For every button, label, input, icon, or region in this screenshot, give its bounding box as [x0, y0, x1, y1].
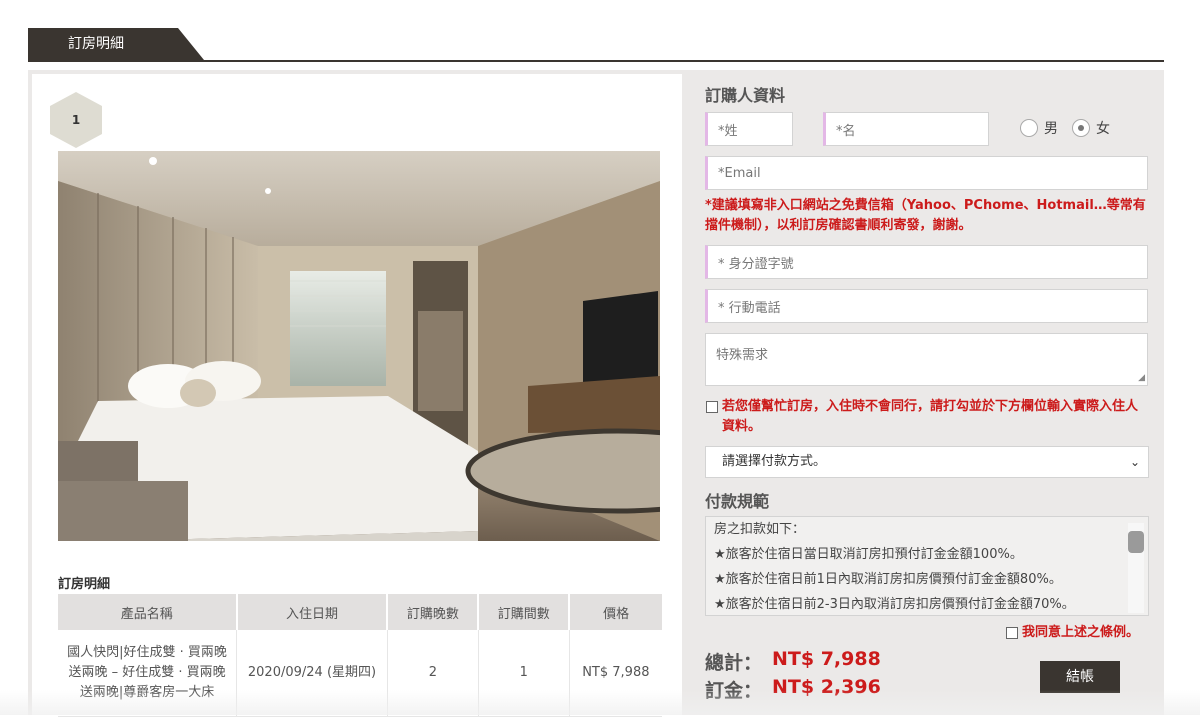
email-note: *建議填寫非入口網站之免費信箱（Yahoo、PChome、Hotmail…等常有… — [705, 198, 1146, 233]
special-request-placeholder: 特殊需求 — [716, 348, 769, 363]
payment-method-value: 請選擇付款方式。 — [722, 454, 827, 469]
special-request-textarea[interactable]: 特殊需求 ◢ — [705, 333, 1148, 386]
room-panel: 1 訂房明細 產品名稱 入住日期 訂購晚數 訂購間數 價格 國人快閃|好住成雙 … — [32, 74, 682, 717]
total-label: 總計： — [705, 652, 763, 674]
agree-checkbox[interactable] — [1006, 627, 1018, 639]
rules-line: ★旅客於住宿日前1日內取消訂房扣房價預付訂金金額80%。 — [714, 572, 1062, 587]
id-number-input[interactable]: * 身分證字號 — [705, 245, 1148, 279]
rules-line: ★旅客於住宿日前2-3日內取消訂房扣房價預付訂金金額70%。 — [714, 597, 1075, 612]
booking-container: 1 訂房明細 產品名稱 入住日期 訂購晚數 訂購間數 價格 國人快閃|好住成雙 … — [28, 70, 1164, 717]
room-index-number: 1 — [71, 113, 81, 127]
email-input[interactable]: *Email — [705, 156, 1148, 190]
deposit-label: 訂金： — [705, 680, 763, 702]
table-header-row: 產品名稱 入住日期 訂購晚數 訂購間數 價格 — [58, 594, 662, 630]
section-tab-slant — [178, 28, 204, 60]
chevron-down-icon: ⌄ — [1129, 455, 1140, 469]
col-nights: 訂購晚數 — [387, 594, 480, 630]
cell-checkin: 2020/09/24 (星期四) — [236, 630, 388, 717]
room-photo — [58, 151, 660, 541]
table-row: 國人快閃|好住成雙 · 買兩晚送兩晚 – 好住成雙 · 買兩晚送兩晚|尊爵客房一… — [58, 630, 662, 717]
section-header: 訂房明細 — [28, 28, 1164, 62]
radio-male-circle[interactable] — [1020, 119, 1038, 137]
last-name-input[interactable]: *姓 — [705, 112, 793, 146]
deposit-value: NT$ 2,396 — [772, 676, 881, 698]
gender-male-radio[interactable]: 男 — [1020, 118, 1058, 138]
proxy-booking-note: 若您僅幫忙訂房，入住時不會同行，請打勾並於下方欄位輸入實際入住人資料。 — [722, 399, 1139, 434]
radio-female-label: 女 — [1096, 121, 1110, 137]
mobile-phone-input[interactable]: * 行動電話 — [705, 289, 1148, 323]
cell-nights: 2 — [387, 630, 479, 717]
proxy-booking-checkbox[interactable] — [706, 401, 718, 413]
col-rooms: 訂購間數 — [478, 594, 571, 630]
first-name-input[interactable]: *名 — [823, 112, 989, 146]
details-title: 訂房明細 — [58, 577, 111, 592]
payment-method-select[interactable]: 請選擇付款方式。 ⌄ — [705, 446, 1149, 478]
col-product: 產品名稱 — [58, 594, 238, 630]
resize-handle-icon[interactable]: ◢ — [1138, 373, 1145, 383]
booker-form: 訂購人資料 *姓 *名 男 女 *Email *建議填寫非入口網站之免費信箱（Y… — [704, 70, 1164, 715]
col-checkin: 入住日期 — [236, 594, 389, 630]
form-title: 訂購人資料 — [705, 86, 786, 105]
checkout-button[interactable]: 結帳 — [1040, 661, 1120, 693]
details-table: 產品名稱 入住日期 訂購晚數 訂購間數 價格 國人快閃|好住成雙 · 買兩晚送兩… — [58, 594, 662, 717]
agree-label: 我同意上述之條例。 — [1022, 625, 1140, 640]
rules-line: ★旅客於住宿日當日取消訂房扣預付訂金金額100%。 — [714, 547, 1023, 562]
cell-rooms: 1 — [478, 630, 570, 717]
rules-box[interactable]: 房之扣款如下： ★旅客於住宿日當日取消訂房扣預付訂金金額100%。 ★旅客於住宿… — [705, 516, 1149, 616]
cell-price: NT$ 7,988 — [569, 630, 662, 717]
section-tab: 訂房明細 — [28, 28, 178, 60]
radio-female-circle[interactable] — [1072, 119, 1090, 137]
col-price: 價格 — [569, 594, 662, 630]
cell-product: 國人快閃|好住成雙 · 買兩晚送兩晚 – 好住成雙 · 買兩晚送兩晚|尊爵客房一… — [58, 630, 238, 717]
scrollbar-thumb[interactable] — [1128, 531, 1144, 553]
rules-scrollbar[interactable] — [1128, 523, 1144, 613]
rules-title: 付款規範 — [705, 492, 770, 511]
total-value: NT$ 7,988 — [772, 648, 881, 670]
gender-female-radio[interactable]: 女 — [1072, 118, 1110, 138]
radio-male-label: 男 — [1044, 121, 1058, 137]
rules-line: 房之扣款如下： — [714, 522, 806, 537]
